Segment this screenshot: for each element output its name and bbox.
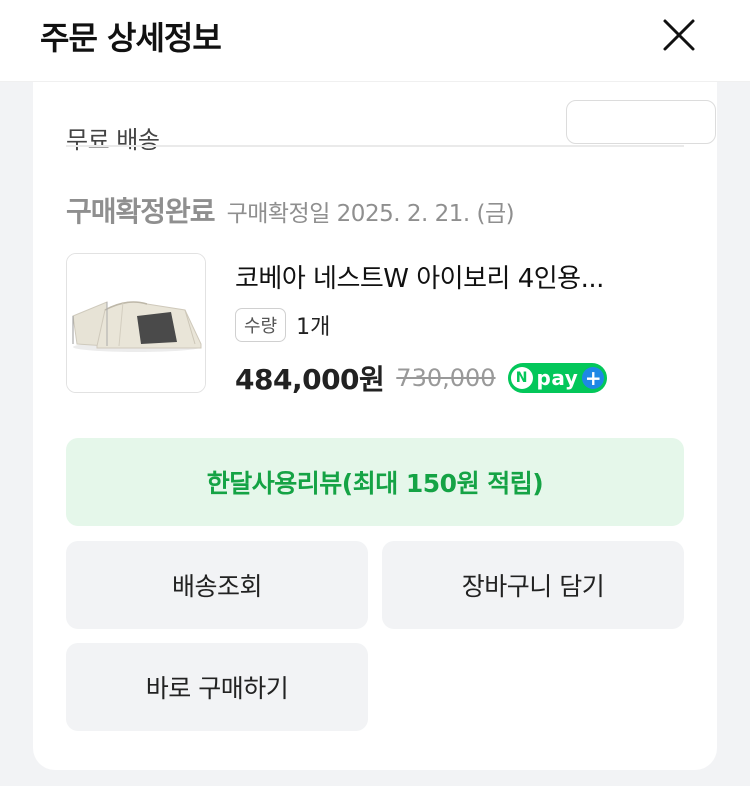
buy-now-button[interactable]: 바로 구매하기 [66, 643, 368, 731]
plus-icon: + [582, 367, 605, 389]
product-name[interactable]: 코베아 네스트W 아이보리 4인용... [235, 258, 675, 295]
product-thumbnail[interactable] [66, 253, 206, 393]
page-title: 주문 상세정보 [40, 19, 222, 57]
npay-text: pay [536, 366, 579, 390]
status-label: 구매확정완료 [66, 195, 216, 228]
price-row: 484,000원 730,000 N pay + [235, 358, 608, 398]
delivery-tracking-button[interactable]: 배송조회 [66, 541, 368, 629]
original-price: 730,000 [396, 364, 496, 392]
order-detail-card: 무료 배송 구매확정완료 구매확정일 2025. 2. 21. (금) 코베아 … [33, 40, 717, 770]
close-button[interactable] [660, 16, 698, 54]
shipping-label: 무료 배송 [66, 126, 160, 154]
sale-price: 484,000원 [235, 363, 385, 396]
quantity-row: 수량 1개 [235, 308, 330, 342]
shipping-row-partial: 무료 배송 [66, 90, 716, 154]
tent-image [67, 254, 205, 392]
npay-plus-logo: N pay + [507, 363, 608, 393]
divider [66, 145, 684, 147]
quantity-badge: 수량 [235, 308, 287, 342]
close-icon[interactable] [660, 16, 698, 54]
add-to-cart-button[interactable]: 장바구니 담기 [382, 541, 684, 629]
quantity-value: 1개 [296, 315, 331, 340]
order-status: 구매확정완료 구매확정일 2025. 2. 21. (금) [66, 190, 515, 230]
npay-n-mark: N [510, 367, 533, 389]
shipping-action-button[interactable] [566, 100, 716, 144]
review-button[interactable]: 한달사용리뷰(최대 150원 적립) [66, 438, 684, 526]
header: 주문 상세정보 [0, 0, 750, 82]
status-date: 구매확정일 2025. 2. 21. (금) [226, 201, 515, 227]
